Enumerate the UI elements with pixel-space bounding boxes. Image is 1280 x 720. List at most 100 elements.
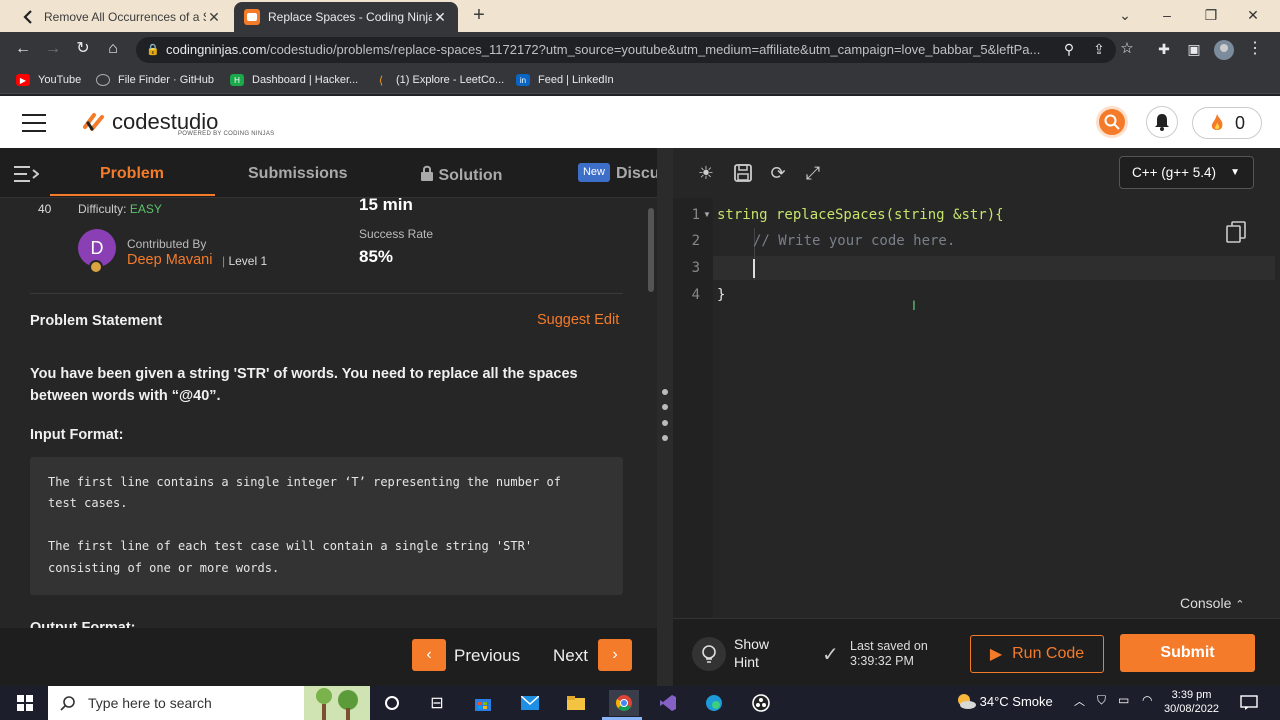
fold-chevron-icon[interactable]: ▼ <box>703 210 711 219</box>
save-icon[interactable] <box>731 161 755 185</box>
browser-tab-remove-occurrences[interactable]: Remove All Occurrences of a Sub ✕ <box>10 2 232 32</box>
code-line-4[interactable]: } <box>717 287 725 303</box>
address-bar[interactable]: 🔒 codingninjas.com/codestudio/problems/r… <box>136 37 1116 63</box>
tab-submissions[interactable]: Submissions <box>248 165 348 183</box>
obs-icon[interactable] <box>748 690 774 716</box>
streak-count: 0 <box>1234 112 1245 133</box>
code-line-1[interactable]: string replaceSpaces(string &str){ <box>717 207 1004 223</box>
tab-search-chevron-icon[interactable]: ⌄ <box>1110 4 1140 26</box>
minimize-button[interactable]: – <box>1152 4 1182 26</box>
splitter-dot <box>662 420 668 426</box>
back-icon[interactable]: ← <box>12 40 34 60</box>
left-scrollbar[interactable] <box>648 208 654 292</box>
close-tab-icon[interactable]: ✕ <box>206 9 222 26</box>
windows-start-icon[interactable] <box>12 690 38 716</box>
profile-avatar[interactable] <box>1213 40 1235 60</box>
previous-arrow-button[interactable]: ‹ <box>412 639 446 671</box>
bookmark-leetcode[interactable]: ⟨ (1) Explore - LeetCo... <box>374 72 504 88</box>
menu-dots-icon[interactable]: ⋮ <box>1244 40 1266 60</box>
linkedin-icon: in <box>516 74 530 86</box>
lock-icon: 🔒 <box>146 44 160 56</box>
code-line-2[interactable]: // Write your code here. <box>753 233 955 249</box>
line-number: 1 <box>691 207 700 223</box>
tray-chevron-up-icon[interactable]: ︿ <box>1074 693 1085 709</box>
taskbar-clock[interactable]: 3:39 pm 30/08/2022 <box>1164 688 1219 716</box>
file-explorer-icon[interactable] <box>563 690 589 716</box>
code-block-line: test cases. <box>48 496 128 510</box>
console-toggle[interactable]: Console ⌃ <box>1180 595 1244 611</box>
line-number: 4 <box>691 287 700 303</box>
bookmark-linkedin[interactable]: in Feed | LinkedIn <box>516 72 614 88</box>
theme-sun-icon[interactable]: ☀ <box>694 161 718 185</box>
codestudio-logo[interactable]: codestudio POWERED BY CODING NINJAS <box>82 109 274 137</box>
github-icon <box>96 74 110 86</box>
suggest-edit-link[interactable]: Suggest Edit <box>537 312 619 328</box>
notifications-button[interactable] <box>1146 106 1178 138</box>
next-arrow-button[interactable]: › <box>598 639 632 671</box>
search-button[interactable] <box>1096 106 1128 138</box>
bookmark-hackerrank[interactable]: H Dashboard | Hacker... <box>230 72 358 88</box>
mail-icon[interactable] <box>517 690 543 716</box>
previous-button[interactable]: Previous <box>454 646 520 666</box>
chrome-taskbar-icon[interactable] <box>609 690 639 716</box>
bookmark-star-icon[interactable]: ☆ <box>1116 40 1138 60</box>
bookmark-youtube[interactable]: ▶ YouTube <box>16 72 81 88</box>
logo-subtext: POWERED BY CODING NINJAS <box>178 131 275 137</box>
browser-tab-replace-spaces[interactable]: Replace Spaces - Coding Ninjas C ✕ <box>234 2 458 32</box>
logo-mark-icon <box>83 113 104 131</box>
task-view-icon[interactable]: ⊟ <box>424 690 450 716</box>
active-tab-indicator <box>50 194 215 196</box>
close-window-button[interactable]: ✕ <box>1238 4 1268 26</box>
code-block-line: The first line of each test case will co… <box>48 539 533 553</box>
streak-counter[interactable]: 0 <box>1192 107 1262 139</box>
cortana-icon[interactable] <box>379 690 405 716</box>
reset-code-icon[interactable]: ⟳ <box>766 161 790 185</box>
show-hint-label[interactable]: Show Hint <box>734 635 769 671</box>
language-select[interactable]: C++ (g++ 5.4) ▼ <box>1119 156 1254 189</box>
line-number: 2 <box>691 233 700 249</box>
youtube-icon: ▶ <box>16 74 30 86</box>
network-icon[interactable]: ▭ <box>1118 693 1129 707</box>
copy-icon[interactable] <box>1226 221 1246 243</box>
security-icon[interactable]: ⛉ <box>1097 693 1106 708</box>
next-button[interactable]: Next <box>553 646 588 666</box>
search-icon <box>1104 114 1120 130</box>
tab-solution[interactable]: Solution <box>420 165 502 185</box>
weather-widget[interactable]: 34°C Smoke <box>956 693 1053 709</box>
collapse-panel-icon[interactable] <box>13 164 40 184</box>
home-icon[interactable]: ⌂ <box>102 40 124 60</box>
microsoft-store-icon[interactable] <box>470 690 496 716</box>
tab-problem[interactable]: Problem <box>100 165 164 183</box>
splitter-dot <box>662 389 668 395</box>
edge-icon[interactable] <box>701 690 727 716</box>
show-hint-icon-button[interactable] <box>692 637 726 671</box>
tab-discuss[interactable]: Discu <box>616 165 657 183</box>
hamburger-menu-icon[interactable] <box>22 114 46 132</box>
text-cursor <box>753 259 755 278</box>
search-icon <box>60 696 75 711</box>
extensions-icon[interactable]: ✚ <box>1153 40 1175 60</box>
share-icon[interactable]: ⇪ <box>1088 40 1110 60</box>
fullscreen-icon[interactable]: ⤢ <box>801 161 825 185</box>
run-code-button[interactable]: ▶ Run Code <box>970 635 1104 673</box>
panel-splitter[interactable] <box>657 148 673 686</box>
new-tab-button[interactable]: + <box>466 4 492 28</box>
notification-center-icon[interactable] <box>1236 690 1262 716</box>
splitter-dot <box>662 435 668 441</box>
restore-button[interactable]: ❐ <box>1196 4 1226 26</box>
visual-studio-icon[interactable] <box>655 690 681 716</box>
level-badge-icon <box>89 260 103 274</box>
forward-icon[interactable]: → <box>42 40 64 60</box>
close-tab-icon[interactable]: ✕ <box>432 9 448 26</box>
bookmark-file-finder[interactable]: File Finder · GitHub <box>96 72 214 88</box>
submit-button[interactable]: Submit <box>1120 634 1255 672</box>
author-name-link[interactable]: Deep Mavani <box>127 252 212 268</box>
reload-icon[interactable]: ↻ <box>72 40 94 60</box>
code-block-line: consisting of one or more words. <box>48 561 280 575</box>
wifi-icon[interactable]: ◠ <box>1142 693 1152 707</box>
side-panel-icon[interactable]: ▣ <box>1183 40 1205 60</box>
flame-icon <box>1211 114 1223 130</box>
taskbar-search-box[interactable]: Type here to search <box>48 686 370 720</box>
input-format-heading: Input Format: <box>30 427 124 443</box>
zoom-icon[interactable]: ⚲ <box>1058 40 1080 60</box>
